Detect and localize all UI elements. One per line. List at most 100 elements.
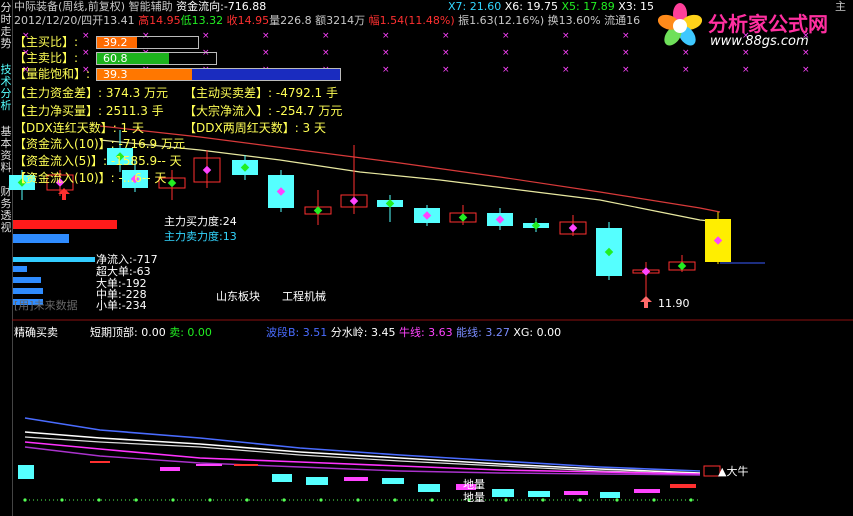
close-price: 收14.95 — [226, 14, 270, 27]
candle-marker — [641, 267, 651, 276]
bar-date: 2012/12/20/四 — [14, 14, 93, 27]
bull-line-value: 牛线: 3.63 — [398, 326, 453, 339]
active-buy-diff: 【主动买卖差】: -4792.1 手 — [184, 86, 338, 100]
header-x-values: X7: 21.60 X6: 19.75 X5: 17.89 X3: 15 — [448, 0, 654, 13]
histogram-bar — [272, 474, 292, 482]
histogram-bar — [634, 489, 660, 493]
histogram-bar — [90, 461, 110, 463]
marker-dot: × — [562, 65, 570, 75]
candle-marker — [677, 261, 687, 271]
main-buy-ratio-label: 【主买比】: — [14, 35, 79, 49]
volume-saturation-label: 【量能饱和】: — [14, 67, 91, 81]
baseline-marker — [171, 498, 175, 502]
marker-dot: × — [202, 31, 210, 41]
baseline-marker — [689, 498, 693, 502]
ddx-red-days: 【DDX连红天数】: 1 天 — [14, 121, 145, 135]
marker-dot: × — [802, 65, 810, 75]
candle-marker — [202, 165, 212, 175]
future-data-note: [用]未来数据 — [14, 299, 78, 312]
high-price: 高14.95 — [138, 14, 181, 27]
lower-panel-values: 短期顶部: 0.00 卖: 0.00 — [90, 326, 212, 339]
histogram-bar — [564, 491, 588, 495]
sell-power-text: 主力卖力度:13 — [164, 230, 237, 243]
candle-marker — [349, 196, 359, 206]
main-sell-ratio-value: 60.8 — [103, 52, 128, 65]
industry-tag: 工程机械 — [282, 290, 326, 303]
super-order-bar — [13, 266, 27, 272]
candle-marker — [313, 206, 323, 215]
brand-name: 分析家公式网 — [708, 12, 828, 36]
baseline-marker — [393, 498, 397, 502]
candle-marker — [458, 213, 468, 222]
lower-panel-title: 精确买卖 — [14, 326, 58, 339]
medium-order-bar — [13, 288, 43, 294]
histogram-bar — [492, 489, 514, 497]
marker-dot: × — [262, 48, 270, 58]
marker-dot: × — [502, 65, 510, 75]
turnover: 换13.60% — [547, 14, 601, 27]
volume-saturation-value: 39.3 — [103, 68, 128, 81]
lower-panel-lines: 波段B: 3.51 分水岭: 3.45 牛线: 3.63 能线: 3.27 XG… — [266, 326, 561, 339]
wave-b-line — [24, 417, 701, 472]
stock-title: 中际装备(周线,前复权) — [14, 0, 126, 13]
marker-dot: × — [442, 48, 450, 58]
net-inflow-bar — [13, 257, 95, 262]
main-sell-ratio-bar: 60.8 — [96, 52, 217, 65]
histogram-bar — [344, 477, 368, 481]
histogram-bar — [196, 464, 222, 466]
marker-dot: × — [502, 31, 510, 41]
histogram-bar — [670, 484, 696, 488]
marker-dot: × — [622, 48, 630, 58]
low-price: 低13.32 — [180, 14, 224, 27]
ddx-two-week: 【DDX两周红天数】: 3 天 — [184, 121, 327, 135]
histogram-bar — [528, 491, 550, 497]
xg-value: XG: 0.00 — [513, 326, 562, 339]
float-shares: 流通16 — [604, 14, 641, 27]
main-sell-ratio-label: 【主卖比】: — [14, 51, 79, 65]
x7-value: X7: 21.60 — [448, 0, 502, 13]
short-top-value: 短期顶部: 0.00 — [90, 326, 166, 339]
marker-dot: × — [262, 31, 270, 41]
baseline-marker — [652, 498, 656, 502]
marker-dot: × — [562, 31, 570, 41]
marker-dot: × — [562, 48, 570, 58]
marker-dot: × — [622, 31, 630, 41]
histogram-bar — [160, 467, 180, 471]
watershed-value: 分水岭: 3.45 — [330, 326, 396, 339]
histogram-bar — [234, 464, 258, 466]
main-net-buy: 【主力净买量】: 2511.3 手 — [14, 104, 164, 118]
open-price: 开13.41 — [92, 14, 135, 27]
flow-value: -716.88 — [223, 0, 267, 13]
ma-yellow-line — [99, 139, 721, 223]
sell-value: 卖: 0.00 — [169, 326, 212, 339]
baseline-marker — [578, 498, 582, 502]
header-line-2: 2012/12/20/四开13.41 高14.95低13.32 收14.95量2… — [14, 14, 640, 27]
up-arrow-icon — [640, 296, 652, 308]
volume-saturation-bar: 39.3 — [96, 68, 341, 81]
marker-dot: × — [442, 65, 450, 75]
buy-power-text: 主力买力度:24 — [164, 215, 237, 228]
x3-value: X3: 15 — [618, 0, 654, 13]
wave-b-value: 波段B: 3.51 — [266, 326, 328, 339]
baseline-marker — [23, 498, 27, 502]
watermark-logo: 分析家公式网 www.88gs.com — [652, 2, 852, 52]
flow-label: 资金流向: — [176, 0, 224, 13]
change: 幅1.54(11.48%) — [368, 14, 455, 27]
header-line-1: 中际装备(周线,前复权) 智能辅助 资金流向:-716.88 — [14, 0, 266, 13]
baseline-marker — [504, 498, 508, 502]
flower-logo-icon — [657, 3, 703, 46]
histogram-bar — [600, 492, 620, 498]
histogram-bar — [18, 465, 34, 479]
low-price-label: 11.90 — [658, 297, 690, 310]
brand-url: www.88gs.com — [710, 34, 809, 49]
main-fund-diff: 【主力资金差】: 374.3 万元 — [14, 86, 169, 100]
ground-volume-label-2: 地量 — [463, 491, 485, 504]
sector-tag: 山东板块 — [216, 290, 260, 303]
marker-dot: × — [622, 65, 630, 75]
histogram-bar — [382, 478, 404, 484]
baseline-marker — [208, 498, 212, 502]
main-buy-ratio-bar: 39.2 — [96, 36, 199, 49]
large-order-bar — [13, 277, 41, 283]
marker-dot: × — [502, 48, 510, 58]
small-order-text: 小单:-234 — [96, 299, 147, 312]
